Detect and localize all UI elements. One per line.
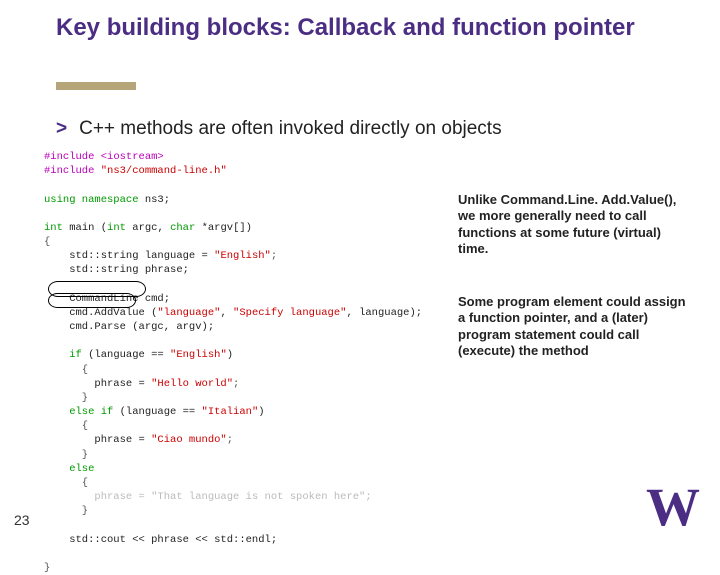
- code-t: ;: [233, 378, 239, 390]
- code-t: "Specify language": [233, 307, 346, 319]
- code-t: "English": [170, 349, 227, 361]
- code-t: "Hello world": [151, 378, 233, 390]
- code-t: (language ==: [120, 406, 202, 418]
- code-t: int: [44, 222, 69, 234]
- code-t: phrase =: [44, 378, 151, 390]
- code-t: "Italian": [202, 406, 259, 418]
- uw-logo-icon: W: [646, 480, 700, 534]
- code-t: ,: [220, 307, 233, 319]
- code-t: {: [44, 477, 88, 489]
- code-t: "English": [214, 250, 271, 262]
- code-t: char: [170, 222, 202, 234]
- code-t: std::string phrase;: [44, 264, 189, 276]
- code-t: cmd.Parse (argc, argv);: [44, 321, 214, 333]
- side-note-1: Unlike Command.Line. Add.Value(), we mor…: [458, 192, 688, 257]
- code-t: , language);: [346, 307, 422, 319]
- code-t: "Ciao mundo": [151, 434, 227, 446]
- code-t: ;: [365, 491, 371, 503]
- code-t: else: [44, 463, 94, 475]
- code-t: main (: [69, 222, 107, 234]
- bullet-line: > C++ methods are often invoked directly …: [56, 118, 502, 140]
- code-t: #include: [44, 151, 101, 163]
- code-t: (language ==: [88, 349, 170, 361]
- code-t: int: [107, 222, 132, 234]
- code-t: }: [44, 505, 88, 517]
- code-t: ;: [227, 434, 233, 446]
- code-t: }: [44, 392, 88, 404]
- code-t: ): [258, 406, 264, 418]
- code-t: {: [44, 364, 88, 376]
- code-t: "That language is not spoken here": [151, 491, 365, 503]
- code-t: "language": [157, 307, 220, 319]
- bullet-text: C++ methods are often invoked directly o…: [79, 118, 501, 139]
- bullet-arrow-icon: >: [56, 118, 67, 139]
- code-t: <iostream>: [101, 151, 164, 163]
- code-t: }: [44, 562, 50, 574]
- side-note-2: Some program element could assign a func…: [458, 294, 688, 359]
- code-t: phrase =: [44, 491, 151, 503]
- code-t: {: [44, 236, 50, 248]
- code-t: "ns3/command-line.h": [101, 165, 227, 177]
- code-t: ns3;: [145, 194, 170, 206]
- title-accent-bar: [56, 82, 136, 90]
- code-t: using namespace: [44, 194, 145, 206]
- page-number: 23: [14, 512, 30, 528]
- code-t: #include: [44, 165, 101, 177]
- code-block: #include <iostream> #include "ns3/comman…: [44, 150, 454, 575]
- code-t: phrase =: [44, 434, 151, 446]
- code-t: ;: [271, 250, 277, 262]
- code-t: {: [44, 420, 88, 432]
- annotation-circle-addvalue: [48, 293, 136, 308]
- code-t: ): [227, 349, 233, 361]
- code-t: std::string language =: [44, 250, 214, 262]
- code-t: else if: [44, 406, 120, 418]
- code-t: }: [44, 449, 88, 461]
- code-t: argc,: [132, 222, 170, 234]
- slide-title: Key building blocks: Callback and functi…: [56, 14, 656, 43]
- code-t: if: [44, 349, 88, 361]
- code-t: *argv[]): [202, 222, 252, 234]
- code-t: cmd.AddValue (: [44, 307, 157, 319]
